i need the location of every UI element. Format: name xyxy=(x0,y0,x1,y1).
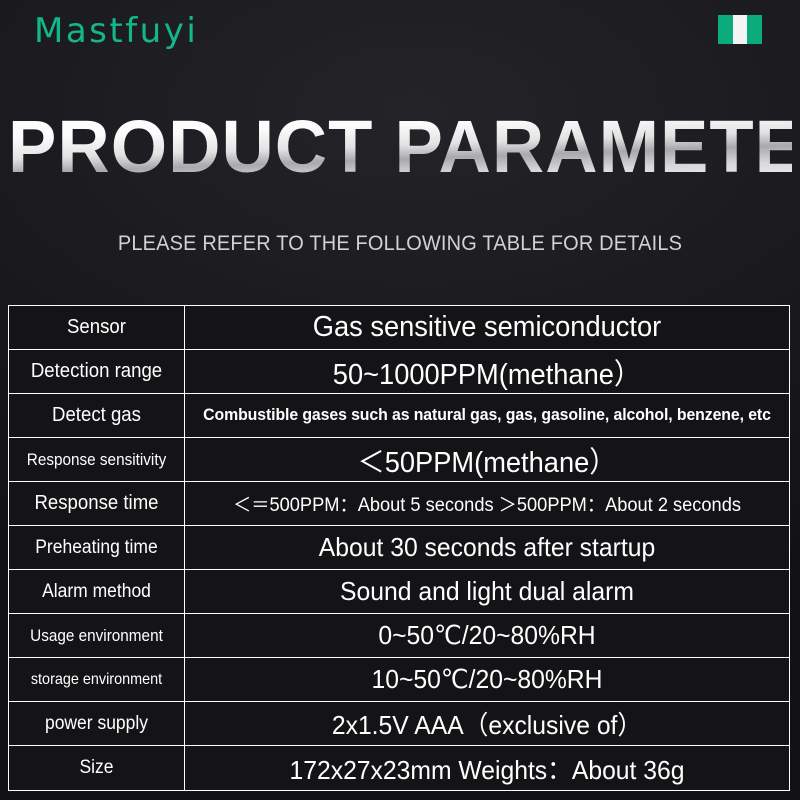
table-row: Size 172x27x23mm Weights：About 36g xyxy=(8,745,790,791)
table-row: storage environment 10~50℃/20~80%RH xyxy=(8,657,790,702)
spec-label-cell: Response time xyxy=(8,481,185,526)
spec-value: 2x1.5V AAA（exclusive of） xyxy=(331,710,643,740)
nigeria-flag-icon xyxy=(718,15,762,44)
spec-label: Response time xyxy=(34,492,159,514)
product-parameters-page: Mastfuyi PRODUCT PARAMETERS PLEASE REFER… xyxy=(0,0,800,800)
brand-logo: Mastfuyi xyxy=(34,11,199,51)
table-row: Preheating time About 30 seconds after s… xyxy=(8,525,790,570)
spec-value-cell: 172x27x23mm Weights：About 36g xyxy=(184,745,790,791)
spec-label-cell: Alarm method xyxy=(8,569,185,614)
spec-value: 50~1000PPM(methane） xyxy=(332,358,642,391)
table-row: Response time ＜＝500PPM：About 5 seconds ＞… xyxy=(8,481,790,526)
spec-value: Combustible gases such as natural gas, g… xyxy=(203,406,771,425)
spec-value-cell: Gas sensitive semiconductor xyxy=(184,305,790,350)
spec-label: Sensor xyxy=(67,316,126,338)
spec-value-cell: ＜＝500PPM：About 5 seconds ＞500PPM：About 2… xyxy=(184,481,790,526)
specification-table: Sensor Gas sensitive semiconductor Detec… xyxy=(8,305,790,791)
spec-label-cell: Usage environment xyxy=(8,613,185,658)
spec-label: Detection range xyxy=(30,360,163,382)
spec-value: ＜50PPM(methane） xyxy=(357,446,617,479)
table-row: Detection range 50~1000PPM(methane） xyxy=(8,349,790,394)
spec-label: Alarm method xyxy=(42,580,151,602)
spec-label: Detect gas xyxy=(52,404,141,426)
spec-label-cell: power supply xyxy=(8,701,185,746)
spec-value: 172x27x23mm Weights：About 36g xyxy=(289,754,685,785)
spec-value-cell: Sound and light dual alarm xyxy=(184,569,790,614)
spec-label: Usage environment xyxy=(30,625,163,645)
hero-section: PRODUCT PARAMETERS PLEASE REFER TO THE F… xyxy=(0,105,800,256)
spec-label-cell: Detect gas xyxy=(8,393,185,438)
flag-stripe-green-right xyxy=(747,15,762,44)
spec-label: storage environment xyxy=(30,670,163,688)
page-title: PRODUCT PARAMETERS xyxy=(8,105,800,188)
spec-label: Preheating time xyxy=(35,536,158,558)
table-row: Alarm method Sound and light dual alarm xyxy=(8,569,790,614)
spec-label: Response sensitivity xyxy=(26,449,167,469)
spec-value-cell: Combustible gases such as natural gas, g… xyxy=(184,393,790,438)
spec-label: power supply xyxy=(44,712,148,734)
table-row: power supply 2x1.5V AAA（exclusive of） xyxy=(8,701,790,746)
flag-stripe-white xyxy=(732,15,748,44)
table-row: Usage environment 0~50℃/20~80%RH xyxy=(8,613,790,658)
spec-value-cell: About 30 seconds after startup xyxy=(184,525,790,570)
spec-value-cell: 50~1000PPM(methane） xyxy=(184,349,790,394)
spec-label-cell: Preheating time xyxy=(8,525,185,570)
table-row: Sensor Gas sensitive semiconductor xyxy=(8,305,790,350)
table-row: Detect gas Combustible gases such as nat… xyxy=(8,393,790,438)
flag-stripe-green-left xyxy=(718,15,733,44)
spec-label-cell: Sensor xyxy=(8,305,185,350)
table-row: Response sensitivity ＜50PPM(methane） xyxy=(8,437,790,482)
spec-value-cell: 10~50℃/20~80%RH xyxy=(184,657,790,702)
spec-value: Sound and light dual alarm xyxy=(340,576,634,606)
spec-value: 0~50℃/20~80%RH xyxy=(378,620,596,650)
page-subtitle: PLEASE REFER TO THE FOLLOWING TABLE FOR … xyxy=(117,232,683,255)
spec-label-cell: Size xyxy=(8,745,185,791)
spec-label-cell: storage environment xyxy=(8,657,185,702)
spec-value-cell: 2x1.5V AAA（exclusive of） xyxy=(184,701,790,746)
specification-table-body: Sensor Gas sensitive semiconductor Detec… xyxy=(8,305,790,791)
spec-label-cell: Detection range xyxy=(8,349,185,394)
spec-value: Gas sensitive semiconductor xyxy=(312,311,662,343)
spec-label-cell: Response sensitivity xyxy=(8,437,185,482)
spec-label: Size xyxy=(79,757,114,778)
spec-value: About 30 seconds after startup xyxy=(318,532,656,562)
page-header: Mastfuyi xyxy=(0,0,800,70)
spec-value: ＜＝500PPM：About 5 seconds ＞500PPM：About 2… xyxy=(233,495,741,516)
spec-value-cell: 0~50℃/20~80%RH xyxy=(184,613,790,658)
spec-value: 10~50℃/20~80%RH xyxy=(371,664,603,694)
spec-value-cell: ＜50PPM(methane） xyxy=(184,437,790,482)
